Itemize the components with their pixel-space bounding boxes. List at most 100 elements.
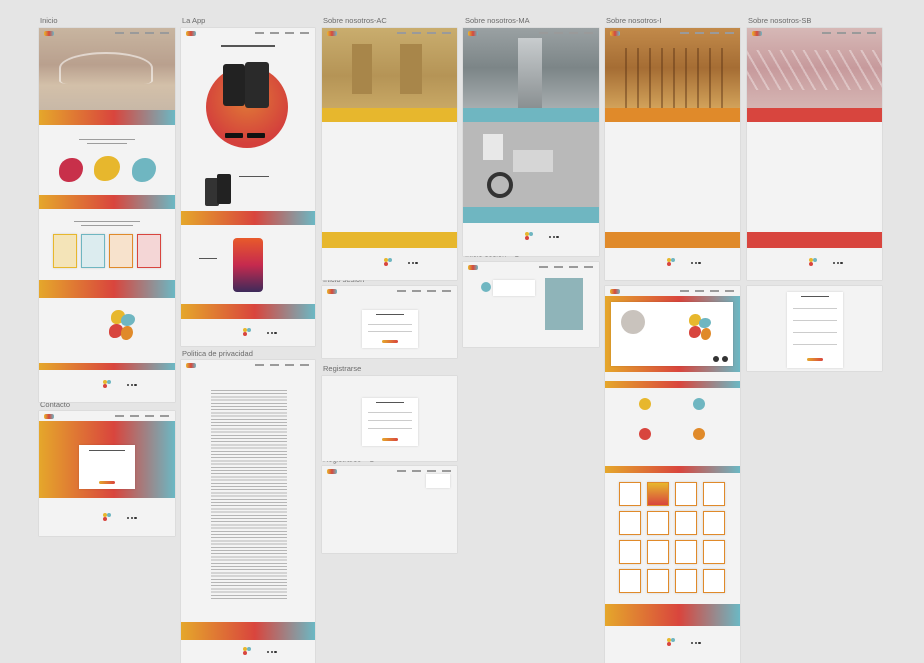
user-avatar[interactable]	[481, 282, 491, 292]
badge-card[interactable]	[647, 540, 669, 564]
feature-card[interactable]	[109, 234, 133, 268]
edit-icon[interactable]	[713, 356, 719, 362]
logo	[186, 30, 196, 36]
petal-teal	[699, 318, 711, 328]
frame-label-sobre-i[interactable]: Sobre nosotros-I	[606, 16, 661, 25]
frame-label-registrarse[interactable]: Registrarse	[323, 364, 361, 373]
artboard-sobre-ma[interactable]	[463, 28, 599, 256]
dropdown-menu[interactable]	[426, 474, 450, 488]
category-icon[interactable]	[639, 398, 651, 410]
red-band	[747, 232, 882, 248]
save-button[interactable]	[807, 358, 823, 361]
contact-form[interactable]	[79, 445, 135, 489]
phone-image	[245, 62, 269, 108]
artboard-is-perfil[interactable]	[605, 286, 740, 663]
category-icon[interactable]	[639, 428, 651, 440]
profile-avatar[interactable]	[621, 310, 645, 334]
phone-image	[233, 238, 263, 292]
artboard-sobre-i[interactable]	[605, 28, 740, 280]
frame-label-la-app[interactable]: La App	[182, 16, 205, 25]
gradient-band	[39, 363, 175, 370]
badge-card[interactable]	[675, 511, 697, 535]
text-line	[239, 176, 269, 178]
badge-card[interactable]	[703, 511, 725, 535]
badge-card[interactable]	[703, 482, 725, 506]
orange-band	[605, 232, 740, 248]
feature-card[interactable]	[137, 234, 161, 268]
badge-card[interactable]	[647, 482, 669, 506]
social-icons[interactable]	[267, 651, 277, 654]
category-icon[interactable]	[693, 398, 705, 410]
artboard-editar[interactable]	[747, 286, 882, 371]
register-form[interactable]	[362, 398, 418, 446]
register-button[interactable]	[382, 438, 398, 441]
logo	[752, 30, 762, 36]
app-store-button[interactable]	[225, 133, 243, 138]
gradient-band	[181, 304, 315, 319]
gradient-band	[605, 466, 740, 473]
yellow-band	[322, 108, 457, 122]
settings-icon[interactable]	[722, 356, 728, 362]
frame-label-sobre-ma[interactable]: Sobre nosotros-MA	[465, 16, 530, 25]
footer	[463, 228, 599, 252]
nav-bar	[181, 360, 315, 370]
frame-label-sobre-sb[interactable]: Sobre nosotros-SB	[748, 16, 811, 25]
feature-card[interactable]	[53, 234, 77, 268]
nav-bar	[181, 28, 315, 38]
feature-card[interactable]	[81, 234, 105, 268]
social-icons[interactable]	[408, 262, 418, 265]
badge-card[interactable]	[703, 540, 725, 564]
social-icons[interactable]	[833, 262, 843, 265]
social-icons[interactable]	[691, 262, 701, 265]
gradient-band	[39, 110, 175, 125]
edit-form[interactable]	[787, 292, 843, 368]
social-icons[interactable]	[127, 517, 137, 520]
petal-orange	[701, 328, 711, 340]
artboard-inicio-sesion[interactable]	[322, 286, 457, 358]
phone-image	[217, 174, 231, 204]
text-line	[199, 258, 217, 260]
artboard-sobre-sb[interactable]	[747, 28, 882, 280]
social-icons[interactable]	[127, 384, 137, 387]
artboard-registrarse-1[interactable]	[322, 466, 457, 553]
badge-card[interactable]	[675, 482, 697, 506]
nav-bar	[747, 28, 882, 38]
artboard-contacto[interactable]	[39, 411, 175, 536]
social-icons[interactable]	[267, 332, 277, 335]
badge-card[interactable]	[619, 482, 641, 506]
artboard-sobre-ac[interactable]	[322, 28, 457, 280]
badge-card[interactable]	[647, 511, 669, 535]
hero-image	[463, 28, 599, 108]
login-form[interactable]	[362, 310, 418, 348]
badge-card[interactable]	[675, 569, 697, 593]
artboard-registrarse[interactable]	[322, 376, 457, 461]
gradient-band	[39, 280, 175, 298]
social-icons[interactable]	[691, 642, 701, 645]
artboard-politica[interactable]	[181, 360, 315, 663]
frame-label-sobre-ac[interactable]: Sobre nosotros-AC	[323, 16, 387, 25]
artboard-inicio[interactable]	[39, 28, 175, 402]
send-button[interactable]	[99, 481, 115, 484]
headphones-shape	[487, 172, 513, 198]
artboard-la-app[interactable]	[181, 28, 315, 346]
badge-card[interactable]	[619, 569, 641, 593]
teal-band	[463, 108, 599, 122]
badge-card[interactable]	[619, 511, 641, 535]
social-icons[interactable]	[549, 236, 559, 239]
artboard-inicio-sesion-1[interactable]	[463, 262, 599, 347]
badge-card[interactable]	[675, 540, 697, 564]
badge-card[interactable]	[619, 540, 641, 564]
footer-logo	[103, 513, 111, 521]
nav-bar	[605, 286, 740, 296]
petal-teal	[121, 314, 135, 326]
frame-label-politica[interactable]: Politica de privacidad	[182, 349, 253, 358]
play-store-button[interactable]	[247, 133, 265, 138]
profile-card[interactable]	[611, 302, 733, 366]
badge-card[interactable]	[647, 569, 669, 593]
footer	[39, 509, 175, 533]
login-button[interactable]	[382, 340, 398, 343]
category-icon[interactable]	[693, 428, 705, 440]
frame-label-inicio[interactable]: Inicio	[40, 16, 58, 25]
badge-card[interactable]	[703, 569, 725, 593]
session-popup[interactable]	[493, 280, 535, 296]
